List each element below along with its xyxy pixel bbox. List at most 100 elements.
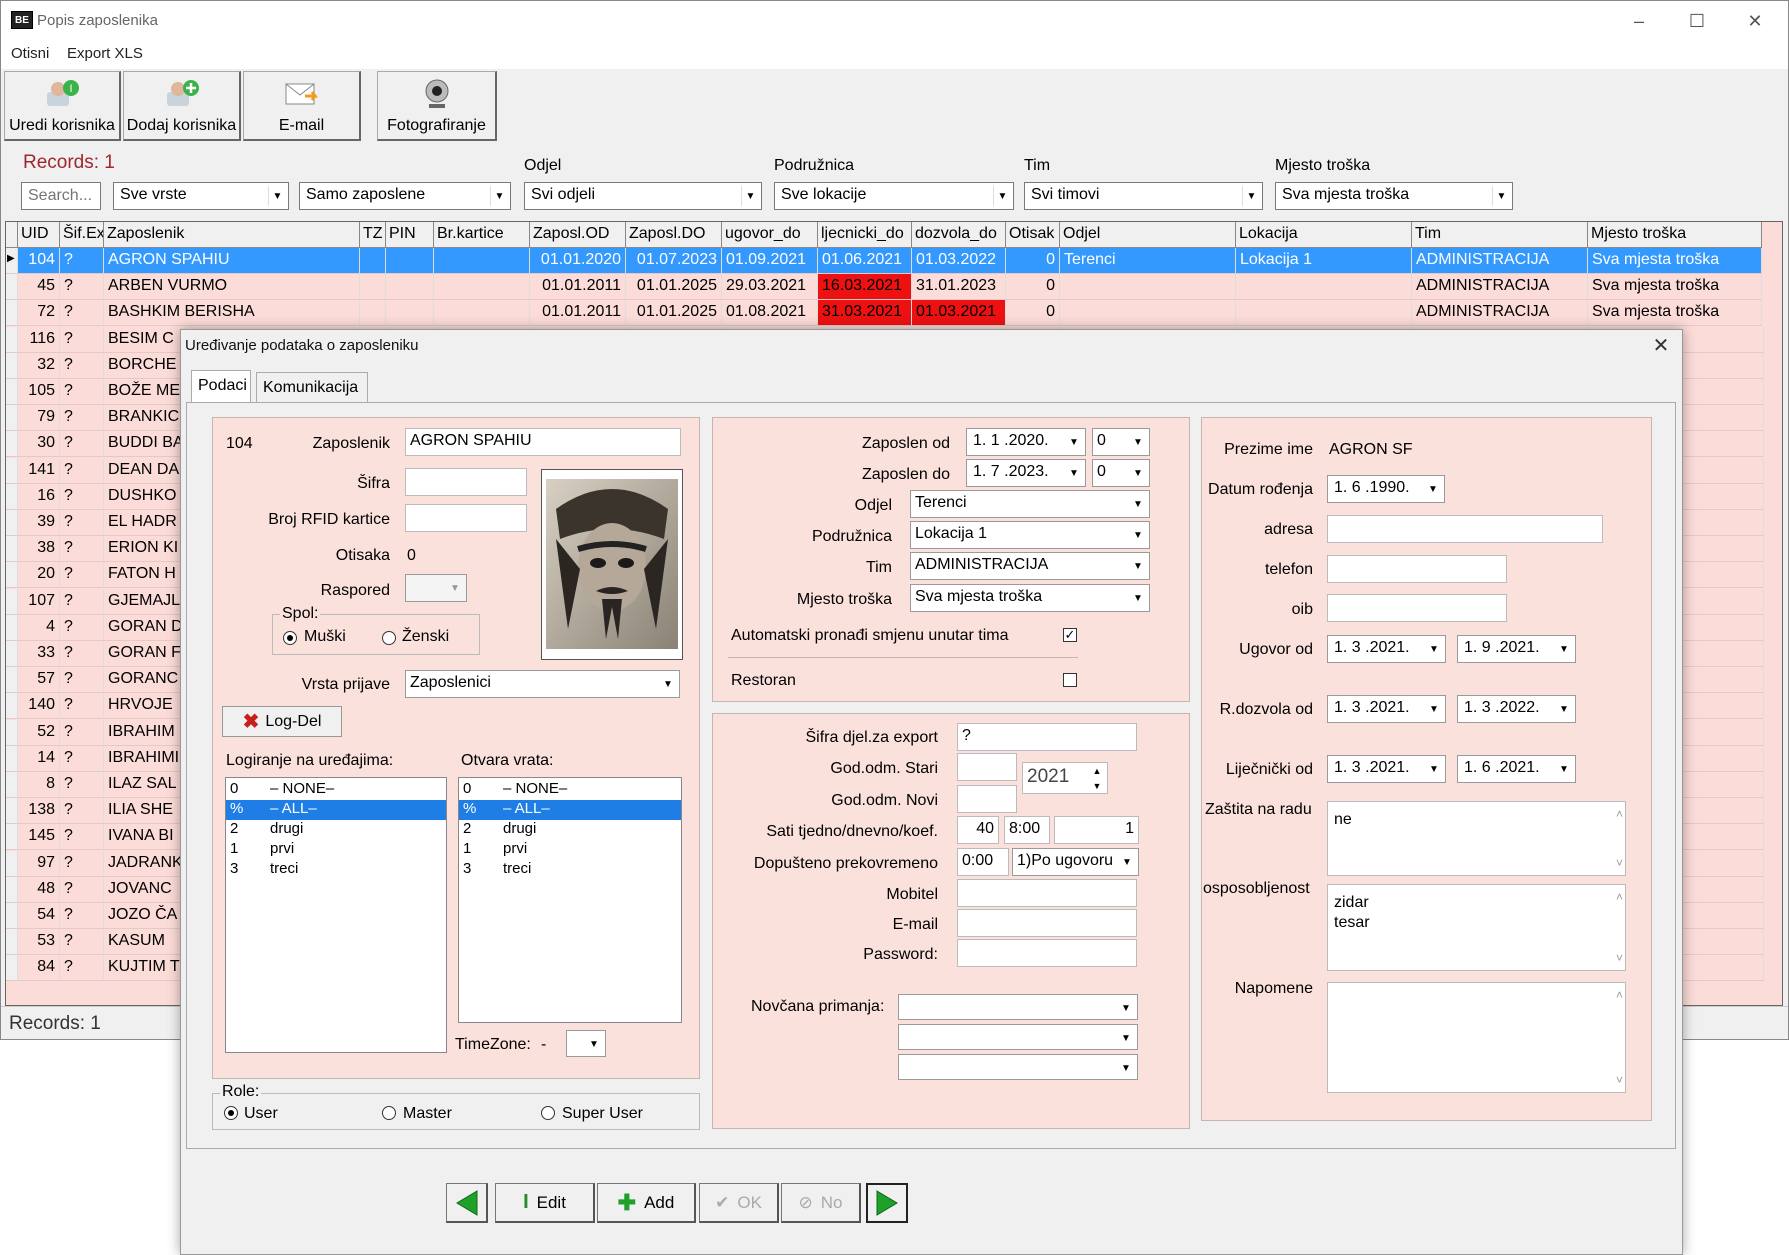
muski-radio[interactable] bbox=[283, 631, 297, 645]
adresa-field[interactable] bbox=[1327, 515, 1603, 543]
column-header[interactable]: Zaposl.OD bbox=[530, 222, 626, 248]
rdozvola-od-date[interactable]: 1. 3 .2021. ▼ bbox=[1327, 695, 1446, 723]
employee-name-cell[interactable]: BASHKIM BERISHA bbox=[104, 300, 360, 327]
table-cell[interactable] bbox=[360, 248, 386, 274]
column-header[interactable]: ljecnicki_do bbox=[818, 222, 912, 248]
table-cell[interactable]: 01.03.2022 bbox=[912, 248, 1006, 274]
table-cell[interactable]: ? bbox=[60, 745, 104, 772]
odjel-select[interactable]: Svi odjeli ▼ bbox=[524, 182, 762, 210]
sifra-export-field[interactable]: ? bbox=[957, 723, 1137, 751]
table-cell[interactable]: 8 bbox=[18, 772, 60, 798]
table-cell[interactable] bbox=[386, 248, 434, 274]
list-item[interactable]: % – ALL– bbox=[459, 800, 681, 820]
add-button[interactable]: ✚ Add bbox=[597, 1183, 696, 1223]
email-field[interactable] bbox=[957, 909, 1137, 937]
row-indicator[interactable] bbox=[6, 929, 18, 956]
row-indicator[interactable] bbox=[6, 824, 18, 851]
sati-tjedno-field[interactable]: 40 bbox=[957, 816, 999, 844]
mjesto-field[interactable]: Sva mjesta troška ▼ bbox=[910, 584, 1150, 612]
role-superuser-radio[interactable] bbox=[541, 1106, 555, 1120]
minimize-icon[interactable]: – bbox=[1624, 9, 1654, 33]
table-cell[interactable]: ? bbox=[60, 536, 104, 563]
table-cell[interactable]: Sva mjesta troška bbox=[1588, 274, 1762, 301]
column-header[interactable]: Lokacija bbox=[1236, 222, 1412, 248]
table-cell[interactable]: ? bbox=[60, 641, 104, 667]
datum-date[interactable]: 1. 6 .1990. ▼ bbox=[1327, 475, 1445, 503]
search-input[interactable] bbox=[21, 182, 101, 210]
employee-photo[interactable] bbox=[541, 469, 683, 660]
password-field[interactable] bbox=[957, 939, 1137, 967]
column-header[interactable]: TZ bbox=[360, 222, 386, 248]
zastita-field[interactable]: ne ˄ ˅ bbox=[1327, 801, 1626, 876]
next-button[interactable] bbox=[866, 1183, 908, 1223]
table-cell[interactable]: ? bbox=[60, 510, 104, 536]
table-cell[interactable]: ? bbox=[60, 431, 104, 458]
table-cell[interactable]: 45 bbox=[18, 274, 60, 301]
table-cell[interactable]: 39 bbox=[18, 510, 60, 536]
ugovor-do-date[interactable]: 1. 9 .2021. ▼ bbox=[1457, 635, 1576, 663]
table-cell[interactable]: ? bbox=[60, 588, 104, 615]
row-indicator[interactable] bbox=[6, 876, 18, 903]
table-cell[interactable]: ? bbox=[60, 929, 104, 956]
table-cell[interactable]: 01.03.2021 bbox=[912, 300, 1006, 327]
tab-podaci[interactable]: Podaci bbox=[191, 370, 251, 402]
god-stari-field[interactable] bbox=[957, 753, 1017, 781]
column-header[interactable]: Tim bbox=[1412, 222, 1588, 248]
table-cell[interactable]: 52 bbox=[18, 719, 60, 746]
table-cell[interactable]: 0 bbox=[1006, 248, 1060, 274]
row-indicator[interactable] bbox=[6, 798, 18, 825]
list-item[interactable]: 2 drugi bbox=[226, 820, 446, 840]
row-indicator[interactable] bbox=[6, 536, 18, 563]
table-cell[interactable]: 84 bbox=[18, 955, 60, 982]
table-cell[interactable]: ? bbox=[60, 667, 104, 694]
column-header[interactable]: ugovor_do bbox=[722, 222, 818, 248]
column-header[interactable]: Mjesto troška bbox=[1588, 222, 1762, 248]
row-indicator[interactable] bbox=[6, 562, 18, 589]
menu-otisni[interactable]: Otisni bbox=[11, 45, 49, 62]
table-cell[interactable]: ? bbox=[60, 772, 104, 798]
table-cell[interactable]: 4 bbox=[18, 614, 60, 641]
zaposlen-do-number[interactable]: 0 ▼ bbox=[1092, 459, 1150, 487]
rdozvola-do-date[interactable]: 1. 3 .2022. ▼ bbox=[1457, 695, 1576, 723]
list-item[interactable]: 1 prvi bbox=[226, 840, 446, 860]
table-cell[interactable]: 16.03.2021 bbox=[818, 274, 912, 301]
table-cell[interactable]: 0 bbox=[1006, 274, 1060, 301]
scroll-up-icon[interactable]: ˄ bbox=[1616, 804, 1623, 824]
no-button[interactable]: ⊘ No bbox=[781, 1183, 861, 1223]
ljecnicki-od-date[interactable]: 1. 3 .2021. ▼ bbox=[1327, 755, 1446, 783]
list-item[interactable]: 2 drugi bbox=[459, 820, 681, 840]
table-cell[interactable]: 32 bbox=[18, 352, 60, 379]
devices-door-list[interactable]: 0 – NONE–% – ALL– 2 drugi 1 prvi 3 treci bbox=[458, 777, 682, 1023]
table-cell[interactable]: 53 bbox=[18, 929, 60, 956]
row-indicator[interactable] bbox=[6, 405, 18, 432]
table-cell[interactable] bbox=[360, 274, 386, 301]
table-cell[interactable] bbox=[386, 274, 434, 301]
table-cell[interactable]: 01.01.2011 bbox=[530, 300, 626, 327]
mobitel-field[interactable] bbox=[957, 879, 1137, 907]
table-cell[interactable]: 97 bbox=[18, 850, 60, 877]
table-cell[interactable]: 01.01.2025 bbox=[626, 300, 722, 327]
table-cell[interactable] bbox=[1060, 274, 1236, 301]
table-cell[interactable]: ? bbox=[60, 300, 104, 327]
scroll-up-icon[interactable]: ˄ bbox=[1616, 985, 1623, 1005]
list-item[interactable]: 1 prvi bbox=[459, 840, 681, 860]
table-cell[interactable] bbox=[434, 248, 530, 274]
close-icon[interactable]: ✕ bbox=[1648, 332, 1674, 358]
table-cell[interactable]: ADMINISTRACIJA bbox=[1412, 274, 1588, 301]
table-cell[interactable]: ADMINISTRACIJA bbox=[1412, 248, 1588, 274]
column-header[interactable]: Otisak bbox=[1006, 222, 1060, 248]
table-cell[interactable]: ? bbox=[60, 903, 104, 929]
table-cell[interactable]: 14 bbox=[18, 745, 60, 772]
table-cell[interactable]: Lokacija 1 bbox=[1236, 248, 1412, 274]
table-cell[interactable] bbox=[1060, 300, 1236, 327]
table-cell[interactable]: 57 bbox=[18, 667, 60, 694]
row-indicator[interactable] bbox=[6, 693, 18, 720]
sati-dnevno-field[interactable]: 8:00 bbox=[1004, 816, 1050, 844]
row-indicator[interactable] bbox=[6, 850, 18, 877]
list-item[interactable]: 0 – NONE– bbox=[226, 780, 446, 800]
column-header[interactable]: Zaposlenik bbox=[104, 222, 360, 248]
row-indicator[interactable] bbox=[6, 588, 18, 615]
table-cell[interactable]: 105 bbox=[18, 379, 60, 405]
zenski-radio[interactable] bbox=[382, 631, 396, 645]
prev-button[interactable] bbox=[446, 1183, 488, 1223]
